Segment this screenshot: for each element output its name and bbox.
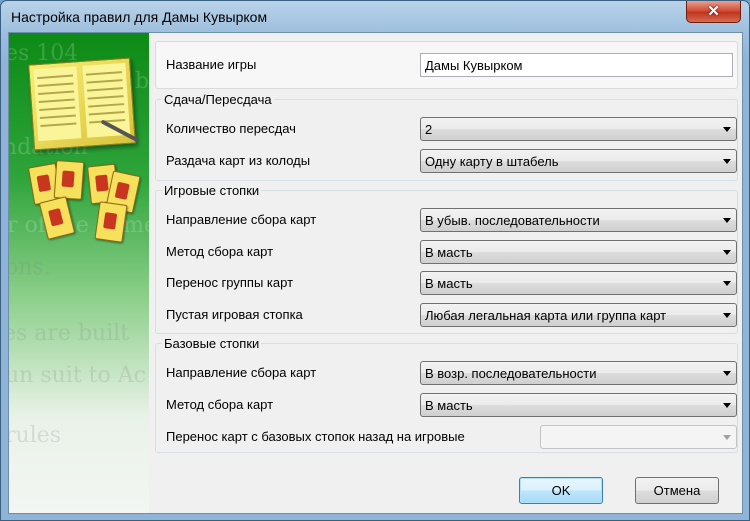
group-move-label: Перенос группы карт	[166, 275, 294, 290]
book-page-icon	[33, 66, 82, 142]
ok-button[interactable]: OK	[519, 477, 603, 504]
dialog-window: Настройка правил для Дамы Кувырком ✕ es …	[0, 0, 750, 521]
playing-card-icon	[53, 160, 85, 200]
return-to-tableau-label: Перенос карт с базовых стопок назад на и…	[166, 429, 465, 444]
window-title: Настройка правил для Дамы Кувырком	[11, 9, 268, 25]
title-bar[interactable]: Настройка правил для Дамы Кувырком ✕	[1, 1, 749, 33]
empty-pile-dropdown[interactable]: Любая легальная карта или группа карт	[420, 303, 737, 327]
deal-from-stock-dropdown[interactable]: Одну карту в штабель	[420, 149, 737, 173]
button-bar: OK Отмена	[9, 471, 742, 513]
tableau-method-label: Метод сбора карт	[166, 244, 274, 259]
foundation-method-dropdown[interactable]: В масть	[420, 393, 737, 417]
foundation-section: Базовые стопки Направление сбора карт В …	[155, 336, 738, 453]
watermark-text: es are built	[9, 321, 130, 346]
watermark-text: rules	[9, 423, 62, 448]
redeal-count-dropdown[interactable]: 2	[420, 117, 737, 141]
tableau-direction-dropdown[interactable]: В убыв. последовательности	[420, 208, 737, 232]
foundation-direction-dropdown[interactable]: В возр. последовательности	[420, 361, 737, 385]
chevron-down-icon	[723, 281, 731, 286]
foundation-direction-value: В возр. последовательности	[425, 366, 597, 381]
tableau-method-value: В масть	[425, 245, 473, 260]
empty-pile-value: Любая легальная карта или группа карт	[425, 308, 667, 323]
chevron-down-icon	[723, 435, 731, 440]
redeal-count-label: Количество пересдач	[166, 121, 296, 136]
foundation-method-label: Метод сбора карт	[166, 397, 274, 412]
group-move-dropdown[interactable]: В масть	[420, 271, 737, 295]
tableau-section-title: Игровые стопки	[164, 183, 260, 198]
tableau-direction-label: Направление сбора карт	[166, 212, 317, 227]
deal-from-stock-value: Одну карту в штабель	[425, 154, 559, 169]
tableau-direction-value: В убыв. последовательности	[425, 213, 600, 228]
watermark-text: r of the game	[9, 213, 149, 238]
return-to-tableau-dropdown[interactable]	[540, 425, 737, 449]
rule-book-icon	[28, 57, 136, 151]
chevron-down-icon	[723, 159, 731, 164]
deal-from-stock-label: Раздача карт из колоды	[166, 153, 311, 168]
watermark-text: ons.	[9, 255, 51, 280]
game-name-input[interactable]: Дамы Кувырком	[420, 53, 733, 77]
side-illustration: es 104 ards b ndation r of the game ons.…	[9, 33, 149, 513]
foundation-direction-label: Направление сбора карт	[166, 365, 317, 380]
deal-section-title: Сдача/Пересдача	[164, 92, 272, 107]
chevron-down-icon	[723, 403, 731, 408]
chevron-down-icon	[723, 313, 731, 318]
tableau-method-dropdown[interactable]: В масть	[420, 240, 737, 264]
close-button[interactable]: ✕	[686, 1, 741, 23]
deal-section: Сдача/Пересдача Количество пересдач 2 Ра…	[155, 92, 738, 181]
group-move-value: В масть	[425, 276, 473, 291]
empty-pile-label: Пустая игровая стопка	[166, 307, 303, 322]
redeal-count-value: 2	[425, 122, 433, 137]
game-name-label: Название игры	[166, 57, 257, 72]
tableau-section: Игровые стопки Направление сбора карт В …	[155, 183, 738, 334]
chevron-down-icon	[723, 127, 731, 132]
foundation-method-value: В масть	[425, 398, 473, 413]
foundation-section-title: Базовые стопки	[164, 336, 260, 351]
game-name-panel: Название игры Дамы Кувырком	[155, 41, 738, 89]
chevron-down-icon	[723, 250, 731, 255]
cancel-button[interactable]: Отмена	[635, 477, 719, 504]
close-icon: ✕	[707, 3, 720, 20]
dialog-client-area: es 104 ards b ndation r of the game ons.…	[8, 32, 743, 514]
chevron-down-icon	[723, 371, 731, 376]
chevron-down-icon	[723, 218, 731, 223]
rules-form: Название игры Дамы Кувырком Сдача/Пересд…	[155, 41, 738, 471]
playing-card-icon	[94, 201, 128, 243]
watermark-text: un suit to Ac	[9, 363, 146, 388]
